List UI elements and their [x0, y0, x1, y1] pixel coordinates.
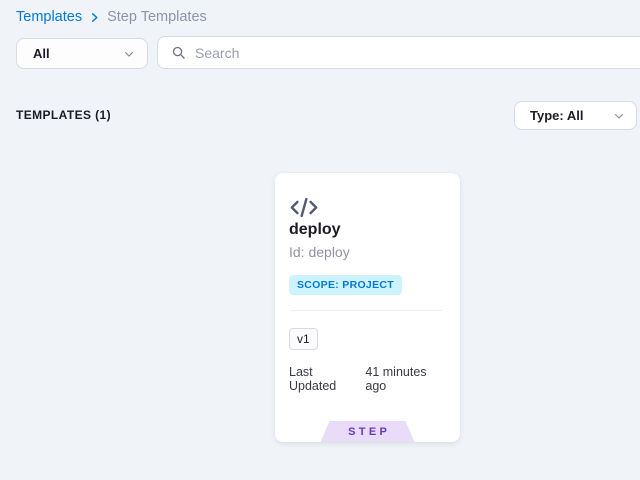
version-chip: v1 — [289, 328, 318, 350]
scope-filter-value: All — [33, 46, 50, 61]
template-identifier: Id: deploy — [289, 244, 444, 260]
code-icon — [289, 194, 444, 221]
type-filter-dropdown[interactable]: Type: All — [514, 101, 637, 130]
search-icon — [171, 45, 186, 60]
breadcrumb-link-templates[interactable]: Templates — [16, 9, 82, 25]
scope-badge: SCOPE: PROJECT — [289, 275, 402, 295]
template-card-deploy[interactable]: deploy Id: deploy SCOPE: PROJECT v1 Last… — [275, 173, 460, 442]
chevron-down-icon — [123, 48, 135, 60]
card-divider — [291, 310, 442, 311]
templates-count-title: TEMPLATES (1) — [16, 108, 111, 122]
last-updated-row: Last Updated 41 minutes ago — [289, 365, 444, 393]
last-updated-label: Last Updated — [289, 365, 357, 393]
search-input[interactable] — [195, 45, 638, 61]
template-title: deploy — [289, 221, 444, 239]
last-updated-value: 41 minutes ago — [365, 365, 444, 393]
chevron-down-icon — [613, 110, 625, 122]
breadcrumb-current: Step Templates — [107, 9, 207, 25]
breadcrumb: Templates Step Templates — [16, 9, 207, 25]
type-filter-value: Type: All — [530, 108, 583, 123]
search-box[interactable] — [157, 36, 640, 69]
step-type-badge: STEP — [321, 421, 415, 442]
scope-filter-dropdown[interactable]: All — [16, 38, 148, 69]
chevron-right-icon — [89, 12, 100, 23]
